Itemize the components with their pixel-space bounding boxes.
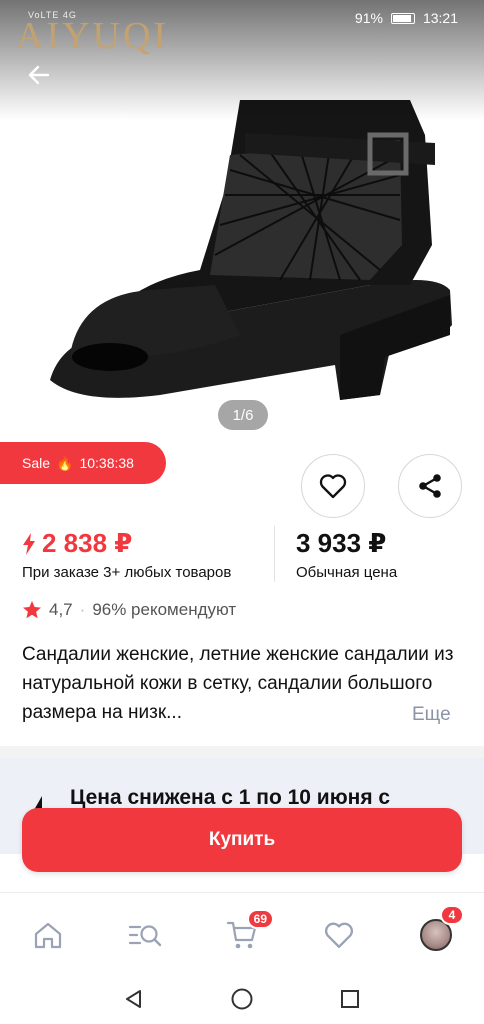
rating-row[interactable]: 4,7 · 96% рекомендуют [22,600,236,620]
arrow-left-icon [28,65,50,85]
product-description: Сандалии женские, летние женские сандали… [22,644,454,723]
favorite-button[interactable] [301,454,365,518]
nav-cart[interactable]: 69 [222,909,274,955]
sale-timer-badge: Sale 🔥 10:38:38 [0,442,166,484]
share-button[interactable] [398,454,462,518]
gallery-counter: 1/6 [218,400,268,430]
clock: 13:21 [422,10,458,26]
more-link[interactable]: Еще [412,700,451,729]
back-button[interactable] [22,58,56,92]
battery-icon [390,12,415,24]
sale-price: 2 838 ₽ [22,528,132,559]
sale-timer: 10:38:38 [79,455,134,471]
recommend-text: 96% рекомендуют [92,600,237,619]
nav-catalog-search[interactable] [125,915,165,955]
bottom-navigation: 69 4 [0,892,484,974]
separator-dot: · [79,600,86,619]
circle-home-icon [231,988,253,1010]
rating-value: 4,7 [49,600,73,619]
profile-notification-badge: 4 [440,905,464,925]
lightning-icon [23,532,35,555]
sale-price-note: При заказе 3+ любых товаров [22,564,232,581]
heart-icon [325,922,353,948]
brand-watermark: AIYUQI [16,15,170,57]
product-photo [50,100,452,400]
nav-home[interactable] [28,915,68,955]
section-divider [0,746,484,758]
star-icon [23,601,41,619]
square-recents-icon [341,990,359,1008]
promo-text: Цена снижена с 1 по 10 июня с [70,786,391,809]
cart-count-badge: 69 [246,909,274,929]
regular-price-note: Обычная цена [296,564,398,581]
catalog-search-icon [128,925,162,947]
nav-favorites[interactable] [319,915,359,955]
share-icon [419,474,441,498]
sale-price-value: 2 838 ₽ [42,528,133,558]
price-divider [274,526,275,582]
system-home-button[interactable] [229,986,255,1012]
system-back-button[interactable] [121,986,147,1012]
triangle-back-icon [126,990,141,1008]
heart-icon [319,474,347,499]
nav-profile[interactable]: 4 [416,905,464,955]
home-icon [34,922,62,949]
system-recents-button[interactable] [337,986,363,1012]
product-image-gallery[interactable]: VoLTE 4G 91% 13:21 AIYUQI 1/6 [0,0,484,440]
fire-icon: 🔥 [56,454,74,471]
regular-price: 3 933 ₽ [296,528,387,558]
sale-label: Sale [22,455,51,471]
buy-button[interactable]: Купить [22,808,462,872]
battery-percent: 91% [354,10,383,26]
system-navigation-bar [0,974,484,1024]
